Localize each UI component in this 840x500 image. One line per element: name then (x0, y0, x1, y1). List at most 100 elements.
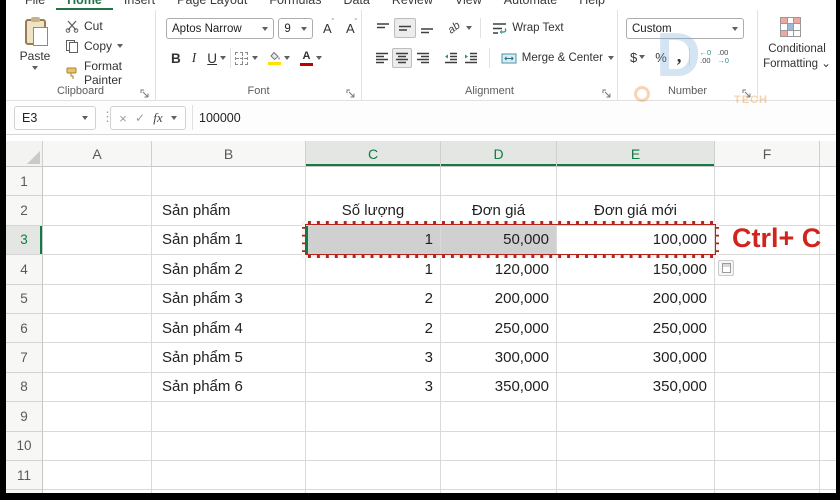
italic-button[interactable]: I (189, 50, 200, 66)
cell-b7[interactable]: Sản phẩm 5 (152, 343, 306, 373)
row-header-12[interactable] (6, 490, 43, 493)
align-left-button[interactable] (372, 48, 392, 68)
comma-style-button[interactable]: , (677, 47, 682, 66)
cell-c5[interactable]: 2 (306, 284, 441, 314)
cell-c2[interactable]: Số lượng (306, 196, 441, 226)
bold-button[interactable]: B (168, 51, 184, 66)
cell-b2[interactable]: Sản phẩm (152, 196, 306, 226)
cell-g2[interactable] (820, 196, 836, 226)
cell-f11[interactable] (715, 460, 820, 491)
cell-e2[interactable]: Đơn giá mới (557, 196, 715, 226)
borders-button[interactable] (235, 51, 248, 65)
cell-f9[interactable] (715, 402, 820, 432)
cell-d6[interactable]: 250,000 (441, 313, 557, 344)
fill-color-button[interactable] (268, 51, 281, 65)
cell-b1[interactable] (152, 167, 306, 197)
cell-a11[interactable] (43, 460, 152, 491)
cell-f10[interactable] (715, 431, 820, 461)
grow-font-button[interactable]: Aˆ (319, 19, 338, 36)
percent-style-button[interactable]: % (653, 50, 669, 65)
cell-g1[interactable] (820, 167, 836, 197)
cell-g3[interactable] (820, 226, 836, 256)
cell-f1[interactable] (715, 167, 820, 197)
cell-f12[interactable] (715, 490, 820, 493)
merge-center-button[interactable]: Merge & Center (498, 51, 617, 66)
tab-file[interactable]: File (14, 0, 56, 10)
row-header-5[interactable]: 5 (6, 284, 43, 314)
format-painter-button[interactable]: Format Painter (62, 58, 155, 88)
paste-options-button[interactable] (718, 260, 734, 276)
cell-e12[interactable] (557, 490, 715, 493)
cell-d4[interactable]: 120,000 (441, 255, 557, 285)
tab-insert[interactable]: Insert (113, 0, 166, 10)
cell-c6[interactable]: 2 (306, 313, 441, 344)
font-dialog-launcher-icon[interactable] (346, 86, 356, 98)
cell-c10[interactable] (306, 431, 441, 461)
column-header-e[interactable]: E (557, 141, 715, 167)
cell-d9[interactable] (441, 402, 557, 432)
cell-a12[interactable] (43, 490, 152, 493)
cell-c9[interactable] (306, 402, 441, 432)
wrap-text-button[interactable]: Wrap Text (489, 21, 566, 36)
cell-d5[interactable]: 200,000 (441, 284, 557, 314)
increase-indent-button[interactable] (461, 48, 481, 68)
row-header-8[interactable]: 8 (6, 372, 43, 403)
cell-e4[interactable]: 150,000 (557, 255, 715, 285)
cell-b6[interactable]: Sản phẩm 4 (152, 313, 306, 344)
font-name-combo[interactable]: Aptos Narrow (166, 18, 275, 39)
row-header-6[interactable]: 6 (6, 313, 43, 344)
tab-help[interactable]: Help (568, 0, 616, 10)
align-middle-button[interactable] (394, 18, 416, 38)
cell-a3[interactable] (43, 225, 152, 256)
paste-button[interactable]: Paste (14, 17, 56, 85)
cell-c7[interactable]: 3 (306, 343, 441, 373)
enter-icon[interactable]: ✓ (135, 111, 145, 125)
cell-d2[interactable]: Đơn giá (441, 196, 557, 226)
cell-d11[interactable] (441, 460, 557, 491)
cell-a5[interactable] (43, 284, 152, 314)
cell-e8[interactable]: 350,000 (557, 372, 715, 403)
cell-a9[interactable] (43, 402, 152, 432)
cell-g7[interactable] (820, 343, 836, 373)
insert-function-icon[interactable]: fx (153, 110, 162, 126)
cell-b12[interactable] (152, 490, 306, 493)
cell-e9[interactable] (557, 402, 715, 432)
align-bottom-button[interactable] (416, 18, 438, 38)
decrease-decimal-button[interactable]: .00 →0 (714, 49, 732, 65)
conditional-formatting-button[interactable]: Conditional Formatting ⌄ (758, 42, 836, 72)
cell-g6[interactable] (820, 314, 836, 344)
cell-b11[interactable] (152, 460, 306, 491)
row-header-10[interactable]: 10 (6, 431, 43, 461)
cell-b9[interactable] (152, 402, 306, 432)
row-header-1[interactable]: 1 (6, 167, 43, 197)
cell-b5[interactable]: Sản phẩm 3 (152, 284, 306, 314)
cell-b10[interactable] (152, 431, 306, 461)
cell-a6[interactable] (43, 313, 152, 344)
cell-a7[interactable] (43, 343, 152, 373)
cell-f2[interactable] (715, 196, 820, 226)
cell-e7[interactable]: 300,000 (557, 343, 715, 373)
cell-b8[interactable]: Sản phẩm 6 (152, 372, 306, 403)
align-center-button[interactable] (392, 48, 413, 68)
column-header-d[interactable]: D (441, 141, 557, 167)
tab-data[interactable]: Data (332, 0, 380, 10)
cell-e5[interactable]: 200,000 (557, 284, 715, 314)
cell-e1[interactable] (557, 167, 715, 197)
cell-c4[interactable]: 1 (306, 255, 441, 285)
cell-e10[interactable] (557, 431, 715, 461)
cell-g9[interactable] (820, 402, 836, 432)
cell-g5[interactable] (820, 285, 836, 314)
clipboard-dialog-launcher-icon[interactable] (140, 86, 150, 98)
number-dialog-launcher-icon[interactable] (742, 86, 752, 98)
cell-a1[interactable] (43, 167, 152, 197)
cell-a10[interactable] (43, 431, 152, 461)
cell-c1[interactable] (306, 167, 441, 197)
cell-d1[interactable] (441, 167, 557, 197)
alignment-dialog-launcher-icon[interactable] (602, 86, 612, 98)
cell-g8[interactable] (820, 373, 836, 403)
tab-automate[interactable]: Automate (493, 0, 569, 10)
cell-a4[interactable] (43, 255, 152, 285)
row-header-3[interactable]: 3 (6, 225, 43, 256)
accounting-format-button[interactable]: $ (628, 50, 639, 65)
select-all-button[interactable] (6, 141, 43, 167)
